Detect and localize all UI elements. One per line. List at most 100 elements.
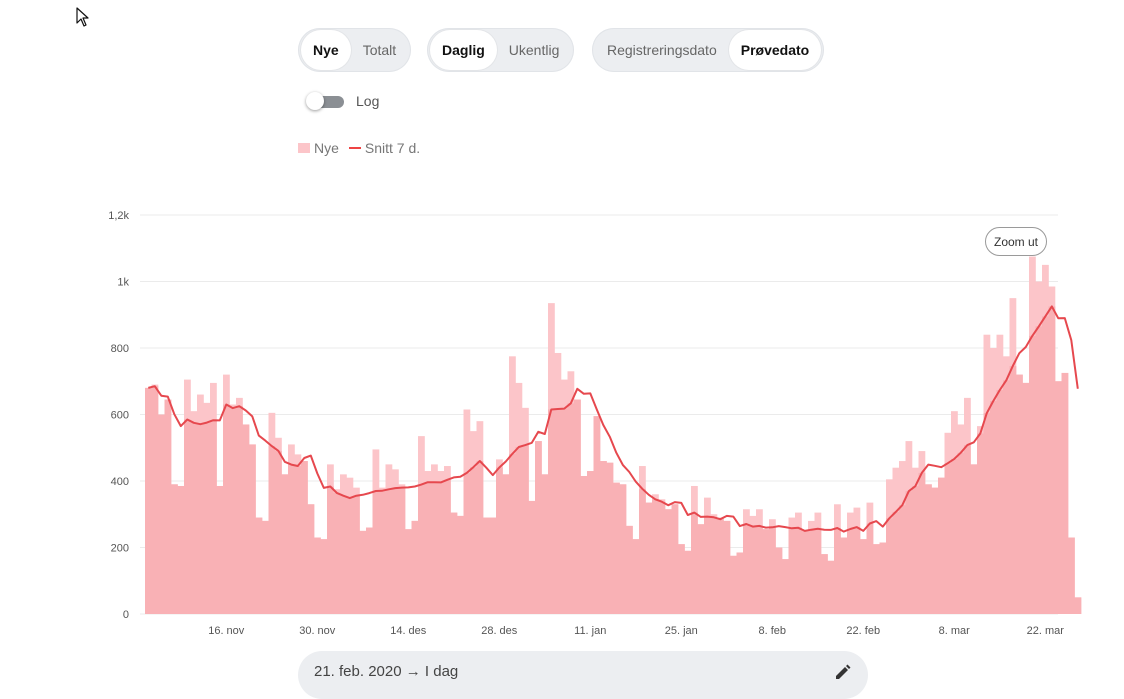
bar-under-average <box>158 414 165 614</box>
bar-under-average <box>288 464 295 614</box>
bar-under-average <box>918 472 926 614</box>
legend-item-snitt[interactable]: Snitt 7 d. <box>348 140 421 156</box>
x-tick-label: 8. feb <box>758 625 786 637</box>
date-range-text: 21. feb. 2020 → I dag <box>314 663 459 680</box>
bar-under-average <box>333 492 341 614</box>
bar-under-average <box>749 526 757 614</box>
bar-under-average <box>431 482 438 614</box>
bar-under-average <box>190 422 198 614</box>
bar-under-average <box>392 488 399 614</box>
date-range-bar[interactable]: 21. feb. 2020 → I dag <box>298 651 868 699</box>
bar-under-average <box>301 461 308 614</box>
bar-under-average <box>834 528 841 614</box>
bar-under-average <box>977 433 984 614</box>
bar-under-average <box>164 399 172 614</box>
option-daglig[interactable]: Daglig <box>430 30 497 70</box>
bar-under-average <box>840 537 848 614</box>
switch-knob <box>306 92 324 110</box>
bar-under-average <box>645 502 653 614</box>
bar-under-average <box>678 544 685 614</box>
bar-under-average <box>632 539 640 614</box>
bar-under-average <box>762 529 770 614</box>
bar-under-average <box>262 520 269 614</box>
option-nye[interactable]: Nye <box>301 30 351 70</box>
bar-under-average <box>704 516 711 614</box>
pencil-icon[interactable] <box>834 663 852 681</box>
x-tick-label: 11. jan <box>574 625 606 637</box>
bar-under-average <box>970 464 978 614</box>
bar-under-average <box>912 486 919 614</box>
bar-under-average <box>580 476 588 614</box>
bar-under-average <box>788 528 796 614</box>
option-ukentlig[interactable]: Ukentlig <box>497 30 572 70</box>
bar-under-average <box>223 404 230 614</box>
bar-under-average <box>658 501 666 614</box>
chart-legend: Nye Snitt 7 d. <box>298 140 420 156</box>
bar-under-average <box>717 519 724 614</box>
y-tick-label: 400 <box>111 476 129 488</box>
bar-under-average <box>489 517 497 614</box>
bar-under-average <box>353 495 360 614</box>
legend-bar-swatch <box>298 143 310 153</box>
bar-under-average <box>151 386 159 614</box>
legend-label-snitt: Snitt 7 d. <box>364 140 421 156</box>
zoom-out-button[interactable]: Zoom ut <box>985 227 1047 256</box>
bar-under-average <box>665 509 672 614</box>
option-registreringsdato[interactable]: Registreringsdato <box>595 30 729 70</box>
bar-under-average <box>1055 381 1062 614</box>
bar-under-average <box>587 471 594 614</box>
bar-under-average <box>385 489 393 614</box>
bar-under-average <box>1048 306 1056 614</box>
bar-under-average <box>320 539 328 614</box>
bar-under-average <box>723 520 731 614</box>
bar-under-average <box>600 461 607 614</box>
bar-under-average <box>366 527 373 614</box>
x-tick-label: 16. nov <box>208 625 245 637</box>
bar-under-average <box>359 530 367 614</box>
bar-under-average <box>567 403 575 614</box>
bar-under-average <box>177 485 185 614</box>
bar-under-average <box>268 446 276 614</box>
bar-under-average <box>184 419 191 614</box>
bar-under-average <box>275 450 282 614</box>
bar-under-average <box>457 515 464 614</box>
x-tick-label: 30. nov <box>299 625 336 637</box>
x-tick-label: 22. mar <box>1027 625 1065 637</box>
bar-under-average <box>808 529 815 614</box>
bar-under-average <box>886 518 893 614</box>
bar-under-average <box>619 484 627 614</box>
cases-chart[interactable]: 0 200 400 600 800 1k 1,2k 16. nov 30. nov 14. des… <box>0 190 1124 640</box>
bar-under-average <box>476 461 484 614</box>
date-type-toggle: Registreringsdato Prøvedato <box>592 28 825 72</box>
bar-under-average <box>411 520 419 614</box>
bar-under-average <box>327 486 334 614</box>
bar-under-average <box>1042 316 1049 614</box>
period-toggle: Daglig Ukentlig <box>427 28 575 72</box>
switch-track[interactable] <box>306 92 344 110</box>
option-totalt[interactable]: Totalt <box>351 30 408 70</box>
bar-under-average <box>593 416 601 614</box>
x-tick-label: 8. mar <box>939 625 971 637</box>
legend-item-nye[interactable]: Nye <box>298 140 339 156</box>
log-scale-switch[interactable]: Log <box>306 92 379 110</box>
bar-under-average <box>255 517 263 614</box>
bar-under-average <box>554 409 562 614</box>
bar-under-average <box>873 544 880 614</box>
bar-under-average <box>1016 374 1023 614</box>
bar-under-average <box>613 482 620 614</box>
x-tick-label: 25. jan <box>665 625 698 637</box>
bar-under-average <box>775 547 783 614</box>
x-tick-label: 22. feb <box>846 625 880 637</box>
bar-under-average <box>398 487 406 614</box>
bar-under-average <box>450 512 458 614</box>
bar-under-average <box>756 525 763 614</box>
x-tick-label: 28. des <box>481 625 518 637</box>
bar-under-average <box>197 424 204 614</box>
bar-under-average <box>814 528 822 614</box>
legend-line-swatch <box>348 147 361 149</box>
bar-under-average <box>444 479 451 614</box>
bar-under-average <box>535 441 542 614</box>
bar-under-average <box>1061 372 1069 614</box>
bar-under-average <box>1022 382 1030 614</box>
option-provedato[interactable]: Prøvedato <box>728 30 822 70</box>
